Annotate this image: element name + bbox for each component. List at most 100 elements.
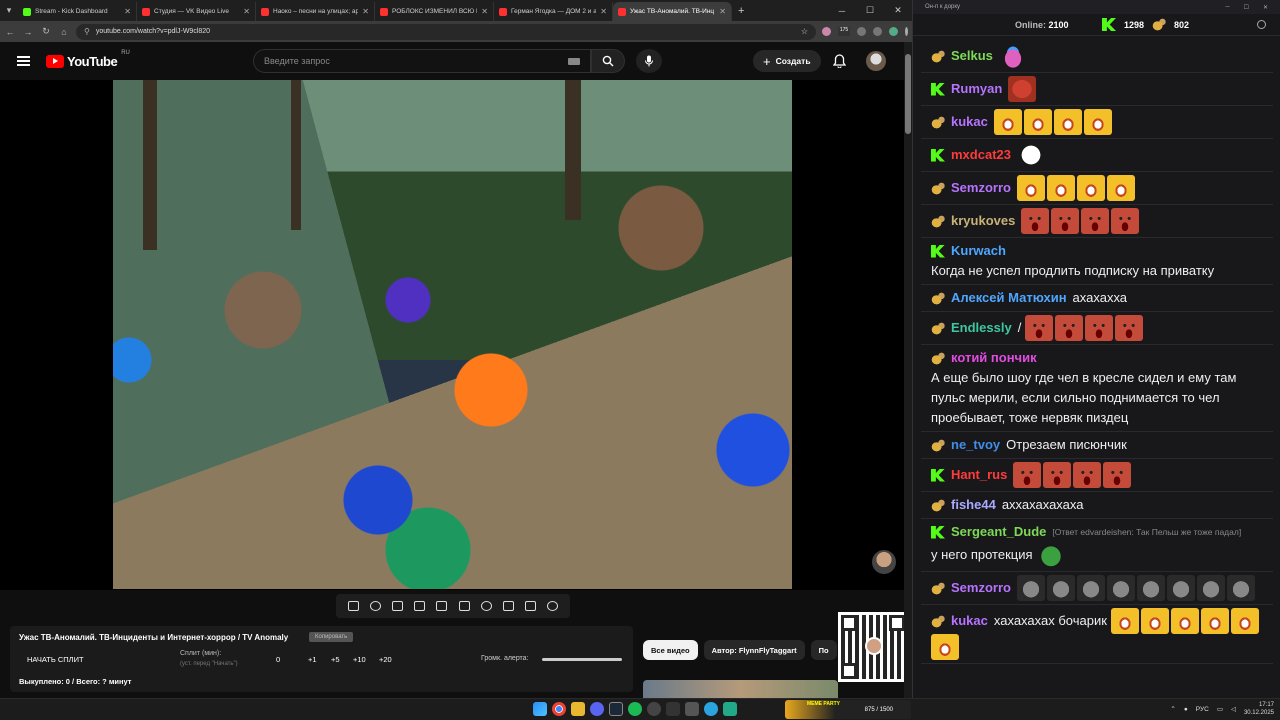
browser-tab[interactable]: РОБЛОКС ИЗМЕНИЛ ВСЮ МО ✕ (375, 2, 494, 21)
chat-username[interactable]: Semzorro (951, 178, 1011, 198)
related-video-thumbnail[interactable] (643, 680, 838, 698)
screenshot-icon[interactable] (391, 601, 403, 611)
network-icon[interactable]: ▭ (1217, 705, 1223, 713)
close-icon[interactable]: ✕ (884, 0, 912, 21)
page-scrollbar[interactable] (904, 42, 912, 698)
app-icon[interactable] (666, 702, 680, 716)
add-20-button[interactable]: +20 (379, 655, 392, 664)
chip-author[interactable]: Автор: FlynnFlyTaggart (703, 640, 805, 660)
tray-arrow-icon[interactable]: ⌃ (1170, 705, 1175, 713)
tab-close-icon[interactable]: ✕ (362, 7, 369, 16)
steam-icon[interactable] (609, 702, 623, 716)
profile-icon[interactable] (889, 27, 898, 36)
chip-all-videos[interactable]: Все видео (643, 640, 698, 660)
alert-volume-slider[interactable] (542, 658, 622, 661)
bookmark-star-icon[interactable]: ☆ (801, 27, 808, 36)
meme-party-widget[interactable]: MEME PARTY 875 / 1500 (785, 700, 911, 719)
speed-icon[interactable] (480, 601, 492, 611)
add-1-button[interactable]: +1 (308, 655, 317, 664)
browser-tab[interactable]: Stream - Kick Dashboard ✕ (18, 2, 137, 21)
copy-button[interactable]: Копировать (309, 632, 354, 642)
split-value[interactable]: 0 (276, 655, 280, 664)
channel-watermark-avatar[interactable] (872, 550, 896, 574)
telegram-icon[interactable] (704, 702, 718, 716)
chat-username[interactable]: Selkus (951, 46, 993, 66)
film-icon[interactable] (414, 601, 426, 611)
add-frame-icon[interactable] (502, 601, 514, 611)
add-5-button[interactable]: +5 (331, 655, 340, 664)
chat-username[interactable]: Kurwach (951, 241, 1006, 261)
tab-close-icon[interactable]: ✕ (719, 7, 726, 16)
download-icon[interactable] (873, 27, 882, 36)
chat-username[interactable]: mxdcat23 (951, 145, 1011, 165)
keyboard-icon[interactable] (568, 57, 580, 65)
extension-icon[interactable] (822, 27, 831, 36)
chat-username[interactable]: Hant_rus (951, 465, 1007, 485)
url-field[interactable]: ⚲ youtube.com/watch?v=pdlJ-W9cl820 ☆ (76, 23, 816, 40)
chrome-icon[interactable] (552, 702, 566, 716)
settings-gear-icon[interactable] (547, 601, 559, 611)
create-button[interactable]: + Создать (753, 50, 821, 72)
youtube-logo[interactable]: YouTube RU (46, 50, 130, 69)
app-icon[interactable] (647, 702, 661, 716)
browser-tab[interactable]: Студия — VK Видео Live ✕ (137, 2, 256, 21)
chat-username[interactable]: Semzorro (951, 578, 1011, 598)
app-icon[interactable] (685, 702, 699, 716)
folder-icon[interactable] (571, 702, 585, 716)
chip-more[interactable]: По (810, 640, 837, 660)
tab-close-icon[interactable]: ✕ (600, 7, 607, 16)
close-icon[interactable]: ✕ (1263, 4, 1268, 11)
home-icon[interactable]: ⌂ (58, 27, 70, 37)
chat-username[interactable]: fishe44 (951, 495, 996, 515)
puzzle-icon[interactable] (857, 27, 866, 36)
chat-username[interactable]: Rumyan (951, 79, 1002, 99)
menu-dots-icon[interactable] (905, 27, 908, 36)
tab-close-icon[interactable]: ✕ (124, 7, 131, 16)
maximize-icon[interactable]: ☐ (856, 0, 884, 21)
loop-icon[interactable] (347, 601, 359, 611)
chat-username[interactable]: Sergeant_Dude (951, 522, 1046, 542)
add-10-button[interactable]: +10 (353, 655, 366, 664)
chat-username[interactable]: kukac (951, 112, 988, 132)
back-icon[interactable]: ← (4, 27, 16, 37)
clock[interactable]: 17:17 30.12.2025 (1244, 701, 1274, 717)
site-info-icon[interactable]: ⚲ (84, 27, 90, 36)
start-split-button[interactable]: НАЧАТЬ СПЛИТ (27, 655, 84, 664)
tab-close-icon[interactable]: ✕ (481, 7, 488, 16)
frame-icon[interactable] (458, 601, 470, 611)
chat-username[interactable]: Алексей Матюхин (951, 288, 1067, 308)
browser-tab[interactable]: Наоко – песни на улицах; арс ✕ (256, 2, 375, 21)
spotify-icon[interactable] (628, 702, 642, 716)
lang-indicator[interactable]: РУС (1196, 706, 1209, 713)
chat-username[interactable]: kryukoves (951, 211, 1015, 231)
camera-icon[interactable] (525, 601, 537, 611)
account-avatar[interactable] (866, 51, 886, 71)
minimize-icon[interactable]: ─ (1225, 4, 1229, 11)
scrollbar-thumb[interactable] (905, 54, 911, 134)
minimize-icon[interactable]: ─ (828, 0, 856, 21)
maximize-icon[interactable]: ☐ (1244, 4, 1249, 11)
notifications-bell-icon[interactable] (832, 54, 847, 73)
search-input[interactable]: Введите запрос (253, 49, 591, 73)
chat-username[interactable]: котий пончик (951, 348, 1037, 368)
tab-menu-icon[interactable]: ▾ (0, 0, 18, 21)
broadcast-icon[interactable] (369, 601, 381, 611)
mic-tray-icon[interactable]: ● (1184, 706, 1188, 713)
discord-icon[interactable] (590, 702, 604, 716)
browser-tab[interactable]: Ужас ТВ-Аномалий. ТВ-Инц ✕ (613, 2, 732, 21)
hamburger-menu-icon[interactable] (0, 60, 46, 62)
app-icon[interactable] (723, 702, 737, 716)
volume-icon[interactable]: ◁ (1231, 705, 1236, 713)
chat-username[interactable]: ne_tvoy (951, 435, 1000, 455)
reload-icon[interactable]: ↻ (40, 26, 52, 37)
tab-close-icon[interactable]: ✕ (243, 7, 250, 16)
chat-username[interactable]: kukac (951, 611, 988, 631)
video-frame[interactable] (113, 80, 792, 589)
forward-icon[interactable]: → (22, 27, 34, 37)
voice-search-button[interactable] (636, 49, 662, 73)
start-icon[interactable] (533, 702, 547, 716)
browser-tab[interactable]: Герман Ягодка — ДОМ 2 и ав ✕ (494, 2, 613, 21)
settings-icon[interactable] (1257, 20, 1266, 29)
new-tab-button[interactable]: + (732, 5, 750, 17)
search-button[interactable] (591, 49, 625, 73)
